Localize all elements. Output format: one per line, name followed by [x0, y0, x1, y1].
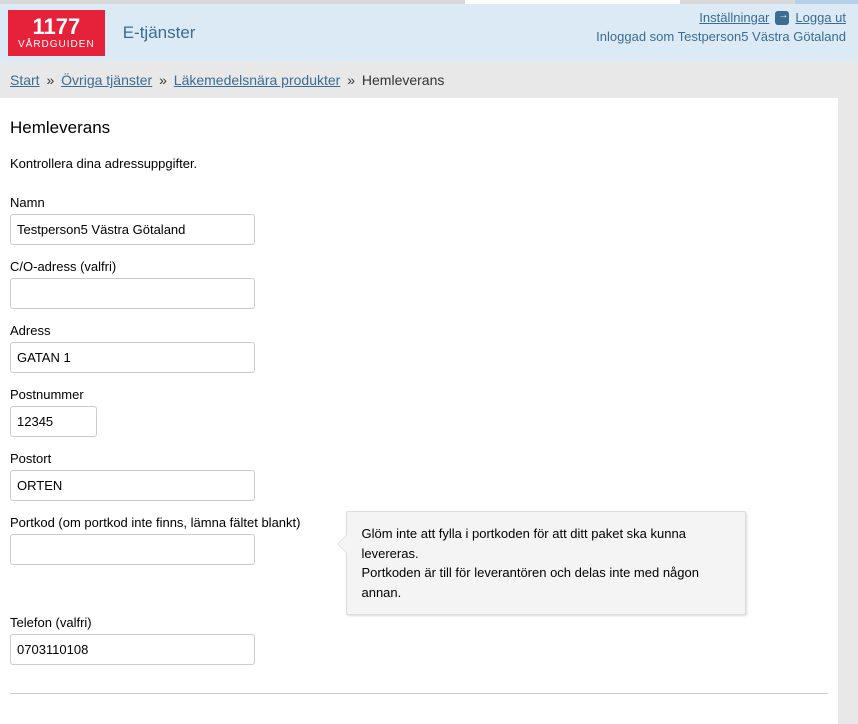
logged-in-as: Inloggad som Testperson5 Västra Götaland: [596, 29, 846, 44]
input-co[interactable]: [10, 278, 255, 309]
settings-link[interactable]: Inställningar: [699, 10, 769, 25]
label-telefon: Telefon (valfri): [10, 615, 828, 630]
page-instruction: Kontrollera dina adressuppgifter.: [10, 156, 828, 171]
breadcrumb-start[interactable]: Start: [10, 72, 40, 88]
etjanster-label: E-tjänster: [123, 23, 196, 43]
input-postort[interactable]: [10, 470, 255, 501]
label-adress: Adress: [10, 323, 828, 338]
logo-sub: VÅRDGUIDEN: [18, 40, 95, 50]
breadcrumb: Start » Övriga tjänster » Läkemedelsnära…: [0, 62, 858, 98]
breadcrumb-current: Hemleverans: [362, 72, 444, 88]
tooltip-line2: Portkoden är till för leverantören och d…: [361, 563, 731, 602]
input-telefon[interactable]: [10, 634, 255, 665]
logo-1177[interactable]: 1177 VÅRDGUIDEN: [8, 10, 105, 56]
label-postort: Postort: [10, 451, 828, 466]
field-namn: Namn: [10, 195, 828, 245]
input-namn[interactable]: [10, 214, 255, 245]
header: 1177 VÅRDGUIDEN E-tjänster Inställningar…: [0, 4, 858, 62]
input-postnummer[interactable]: [10, 406, 97, 437]
logo-main: 1177: [18, 16, 95, 38]
label-postnummer: Postnummer: [10, 387, 828, 402]
label-namn: Namn: [10, 195, 828, 210]
logged-in-user: Testperson5 Västra Götaland: [678, 29, 846, 44]
breadcrumb-ovriga[interactable]: Övriga tjänster: [61, 72, 152, 88]
field-adress: Adress: [10, 323, 828, 373]
field-postort: Postort: [10, 451, 828, 501]
header-right: Inställningar Logga ut Inloggad som Test…: [596, 10, 846, 44]
field-postnummer: Postnummer: [10, 387, 828, 437]
portkod-tooltip: Glöm inte att fylla i portkoden för att …: [346, 511, 746, 615]
logout-icon: [775, 11, 789, 25]
page-title: Hemleverans: [10, 118, 828, 138]
content: Hemleverans Kontrollera dina adressuppgi…: [0, 98, 838, 724]
input-portkod[interactable]: [10, 534, 255, 565]
label-co: C/O-adress (valfri): [10, 259, 828, 274]
label-portkod: Portkod (om portkod inte finns, lämna fä…: [10, 515, 300, 530]
logout-link[interactable]: Logga ut: [795, 10, 846, 25]
field-telefon: Telefon (valfri): [10, 615, 828, 665]
divider: [10, 693, 828, 694]
tooltip-line1: Glöm inte att fylla i portkoden för att …: [361, 524, 731, 563]
input-adress[interactable]: [10, 342, 255, 373]
field-portkod: Portkod (om portkod inte finns, lämna fä…: [10, 515, 300, 565]
breadcrumb-lakemedel[interactable]: Läkemedelsnära produkter: [174, 72, 341, 88]
field-co: C/O-adress (valfri): [10, 259, 828, 309]
